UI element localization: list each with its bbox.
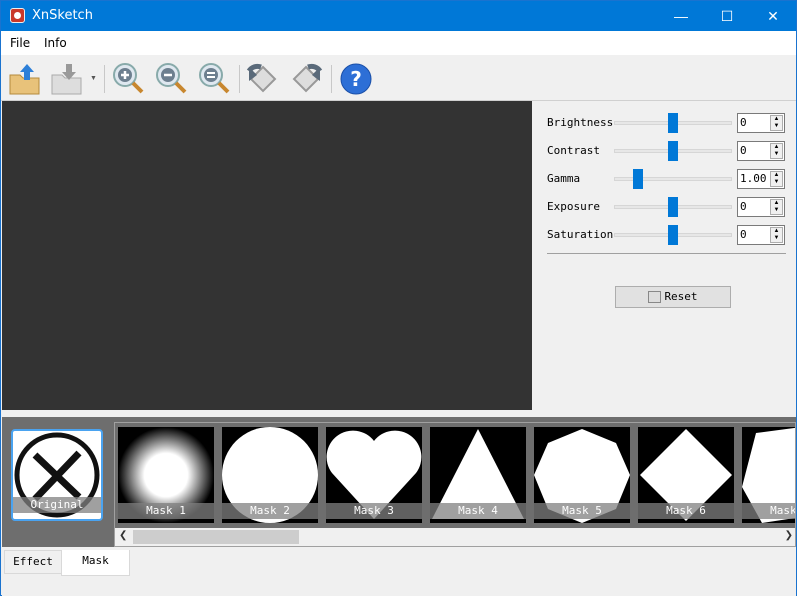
spin-value: 0 xyxy=(740,116,747,129)
scroll-thumb[interactable] xyxy=(133,530,299,544)
mask-label: Mask 6 xyxy=(638,503,734,519)
close-button[interactable]: ✕ xyxy=(750,1,796,31)
original-label: Original xyxy=(13,497,101,513)
toolbar: ▼ ? xyxy=(1,55,796,101)
app-window: XnSketch — ☐ ✕ File Info ▼ ? Brightness … xyxy=(0,0,797,596)
value-spinbox[interactable]: 0 ▲ ▼ xyxy=(737,113,785,133)
rotate-left-button[interactable] xyxy=(245,61,281,97)
mask-label: Mask 4 xyxy=(430,503,526,519)
svg-text:?: ? xyxy=(350,67,362,91)
value-spinbox[interactable]: 0 ▲ ▼ xyxy=(737,225,785,245)
rotate-left-icon xyxy=(246,63,277,93)
menu-file[interactable]: File xyxy=(10,36,30,50)
minimize-button[interactable]: — xyxy=(658,1,704,31)
spin-arrows-icon[interactable]: ▲ ▼ xyxy=(770,115,783,131)
mask-label: Mask 3 xyxy=(326,503,422,519)
zoom-out-button[interactable] xyxy=(154,61,190,97)
spin-value: 1.00 xyxy=(740,172,767,185)
original-thumbnail[interactable]: Original xyxy=(11,429,103,521)
save-file-icon xyxy=(51,64,82,95)
spin-value: 0 xyxy=(740,200,747,213)
maximize-button[interactable]: ☐ xyxy=(704,1,750,31)
title-bar: XnSketch — ☐ ✕ xyxy=(1,1,796,31)
rotate-right-icon xyxy=(292,63,323,93)
reset-button[interactable]: Reset xyxy=(615,286,731,308)
spin-arrows-icon[interactable]: ▲ ▼ xyxy=(770,199,783,215)
mask-label: Mask 2 xyxy=(222,503,318,519)
zoom-out-icon xyxy=(156,63,187,94)
zoom-in-icon xyxy=(113,63,144,94)
value-spinbox[interactable]: 0 ▲ ▼ xyxy=(737,197,785,217)
mask-thumbnail[interactable]: Mask 7 xyxy=(742,427,795,523)
adjustments-panel: Brightness 0 ▲ ▼ Contrast 0 ▲ ▼ Gamma 1.00 ▲… xyxy=(532,101,796,410)
scroll-right-icon[interactable]: ❯ xyxy=(785,530,793,541)
tab-mask[interactable]: Mask xyxy=(61,550,130,576)
value-spinbox[interactable]: 0 ▲ ▼ xyxy=(737,141,785,161)
slider-thumb[interactable] xyxy=(668,113,678,133)
adjust-label: Contrast xyxy=(547,144,600,157)
zoom-in-button[interactable] xyxy=(111,61,147,97)
menu-bar: File Info xyxy=(1,31,796,55)
mask-thumbnail[interactable]: Mask 3 xyxy=(326,427,422,523)
open-button[interactable] xyxy=(7,61,43,97)
save-button[interactable] xyxy=(49,61,85,97)
adjust-label: Gamma xyxy=(547,172,581,185)
mask-thumbnail[interactable]: Mask 5 xyxy=(534,427,630,523)
mask-thumbnail[interactable]: Mask 4 xyxy=(430,427,526,523)
mask-label: Mask 1 xyxy=(118,503,214,519)
slider-thumb[interactable] xyxy=(632,169,643,189)
adjust-label: Saturation xyxy=(547,228,614,241)
window-title: XnSketch xyxy=(32,8,93,23)
menu-info[interactable]: Info xyxy=(44,36,67,50)
panel-divider xyxy=(547,253,786,254)
reset-icon xyxy=(648,291,662,303)
slider-thumb[interactable] xyxy=(668,225,678,245)
tab-effect[interactable]: Effect xyxy=(4,550,62,574)
mask-thumbnail[interactable]: Mask 6 xyxy=(638,427,734,523)
horizontal-scrollbar[interactable]: ❮ ❯ xyxy=(115,528,795,546)
adjust-label: Exposure xyxy=(547,200,600,213)
adjust-row-gamma: Gamma 1.00 ▲ ▼ xyxy=(547,168,787,190)
tab-bar: Effect Mask xyxy=(2,548,796,596)
mask-thumbnail[interactable]: Mask 1 xyxy=(118,427,214,523)
reset-label: Reset xyxy=(664,290,698,303)
mask-thumbnails: Mask 1 Mask 2 Mask 3 Mask 4 Mask 5 Mask 6 Mask… xyxy=(114,422,796,547)
mask-thumbnail[interactable]: Mask 2 xyxy=(222,427,318,523)
zoom-fit-icon xyxy=(199,63,230,94)
toolbar-separator xyxy=(104,65,105,93)
spin-arrows-icon[interactable]: ▲ ▼ xyxy=(770,171,783,187)
spin-arrows-icon[interactable]: ▲ ▼ xyxy=(770,227,783,243)
mask-label: Mask 7 xyxy=(742,503,795,519)
adjust-row-brightness: Brightness 0 ▲ ▼ xyxy=(547,112,787,134)
adjust-row-exposure: Exposure 0 ▲ ▼ xyxy=(547,196,787,218)
mask-label: Mask 5 xyxy=(534,503,630,519)
spin-value: 0 xyxy=(740,144,747,157)
help-icon: ? xyxy=(340,63,372,95)
toolbar-separator xyxy=(331,65,332,93)
rotate-right-button[interactable] xyxy=(288,61,324,97)
save-dropdown-arrow-icon[interactable]: ▼ xyxy=(90,75,97,82)
spin-value: 0 xyxy=(740,228,747,241)
value-spinbox[interactable]: 1.00 ▲ ▼ xyxy=(737,169,785,189)
adjust-label: Brightness xyxy=(547,116,614,129)
slider-thumb[interactable] xyxy=(668,141,678,161)
mask-strip: Original Mask 1 Mask 2 Mask 3 Mask 4 Mask 5M… xyxy=(2,417,796,547)
adjust-row-saturation: Saturation 0 ▲ ▼ xyxy=(547,224,787,246)
zoom-fit-button[interactable] xyxy=(197,61,233,97)
slider-thumb[interactable] xyxy=(668,197,678,217)
app-icon xyxy=(10,8,25,23)
toolbar-separator xyxy=(239,65,240,93)
scroll-left-icon[interactable]: ❮ xyxy=(119,530,127,541)
adjust-row-contrast: Contrast 0 ▲ ▼ xyxy=(547,140,787,162)
open-file-icon xyxy=(9,64,40,95)
image-canvas[interactable] xyxy=(2,101,532,410)
help-button[interactable]: ? xyxy=(338,61,374,97)
spin-arrows-icon[interactable]: ▲ ▼ xyxy=(770,143,783,159)
